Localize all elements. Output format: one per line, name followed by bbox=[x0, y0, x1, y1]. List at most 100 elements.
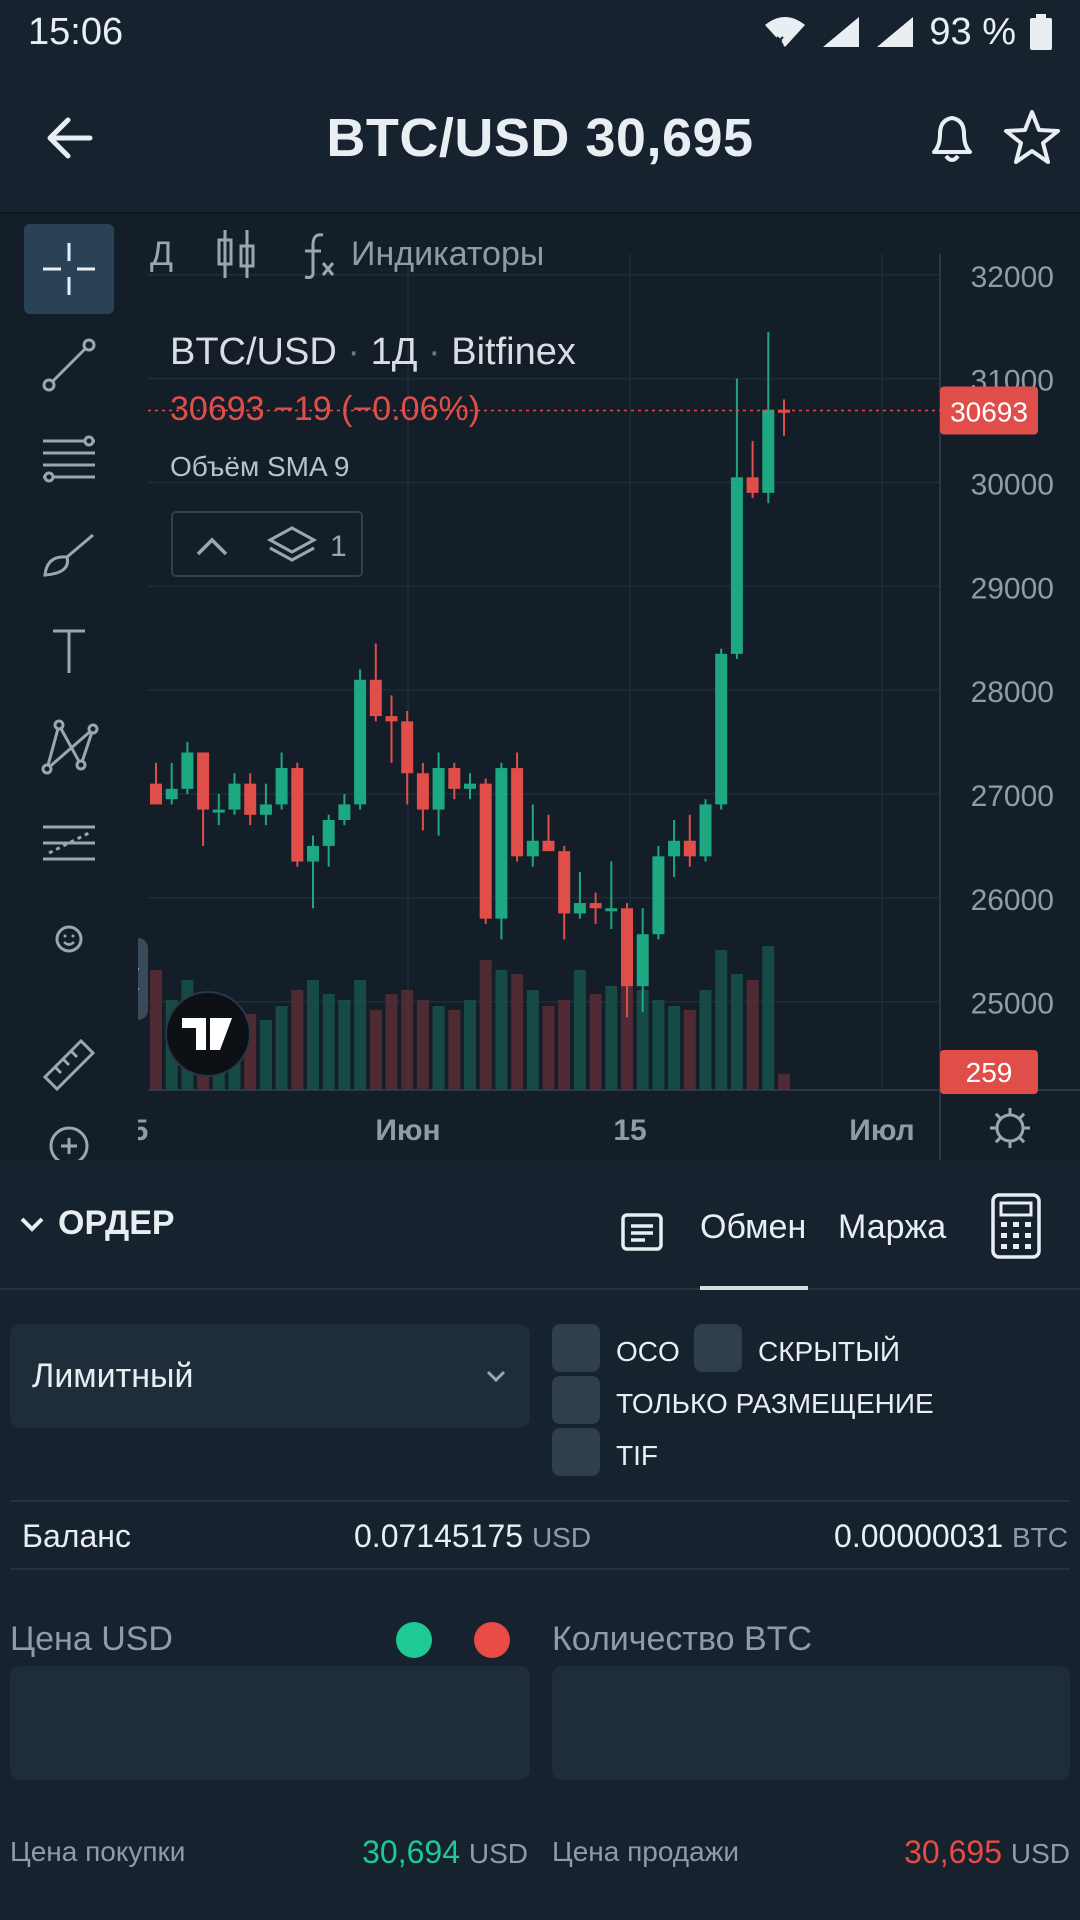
balance-btc-value: 0.00000031 bbox=[834, 1518, 1004, 1554]
legend-part: · bbox=[337, 331, 371, 373]
drawing-toolbar bbox=[0, 214, 138, 1162]
battery-percent: 93 % bbox=[929, 10, 1016, 53]
y-tick-label: 27000 bbox=[971, 780, 1054, 813]
legend-symbol-line: BTC/USD · 1Д · Bitfinex bbox=[170, 331, 576, 373]
order-panel: ОРДЕР Обмен Маржа Лимитный OCO СКРЫТЫЙ Т… bbox=[0, 1160, 1080, 1920]
volume-bar bbox=[746, 980, 759, 1090]
post-only-checkbox[interactable] bbox=[552, 1376, 600, 1424]
zoom-tool[interactable] bbox=[24, 1110, 114, 1162]
brush-icon bbox=[43, 533, 94, 577]
volume-bar bbox=[652, 1000, 665, 1090]
balance-usd-value: 0.07145175 bbox=[354, 1518, 524, 1554]
prediction-tool[interactable] bbox=[24, 798, 114, 888]
crosshair-icon bbox=[43, 243, 95, 295]
price-input[interactable] bbox=[10, 1666, 530, 1780]
orderbook-icon[interactable] bbox=[620, 1212, 664, 1252]
indicators-label: Индикаторы bbox=[351, 234, 545, 273]
balance-usd-unit: USD bbox=[531, 1522, 592, 1553]
crosshair-tool[interactable] bbox=[24, 224, 114, 314]
ruler-icon bbox=[42, 1038, 96, 1092]
tab-margin[interactable]: Маржа bbox=[838, 1208, 946, 1247]
volume-bar bbox=[369, 1010, 382, 1090]
candle-body bbox=[432, 768, 445, 810]
candle-body bbox=[354, 679, 367, 805]
balance-usd: 0.07145175 USD bbox=[354, 1518, 591, 1555]
volume-bar bbox=[683, 1010, 696, 1090]
candle-body bbox=[291, 768, 304, 862]
candle-body bbox=[197, 752, 210, 810]
candle-body bbox=[244, 783, 257, 815]
candle-body bbox=[228, 783, 241, 810]
volume-bar bbox=[573, 970, 586, 1090]
indicators-button[interactable]: Индикаторы bbox=[299, 229, 544, 279]
volume-bar bbox=[150, 970, 162, 1090]
order-collapse-toggle[interactable]: ОРДЕР bbox=[18, 1204, 175, 1243]
legend-part: BTC/USD bbox=[170, 331, 337, 373]
candle-body bbox=[746, 477, 759, 493]
calculator-icon[interactable] bbox=[990, 1192, 1042, 1260]
bell-icon[interactable] bbox=[920, 106, 984, 170]
order-type-select[interactable]: Лимитный bbox=[10, 1324, 530, 1428]
candle-body bbox=[621, 908, 633, 987]
brush-tool[interactable] bbox=[24, 510, 114, 600]
candle-body bbox=[181, 752, 194, 789]
chart-area[interactable]: 32000 31000 30000 29000 28000 27000 26000 25000… bbox=[0, 212, 1080, 1162]
volume-bar bbox=[495, 970, 508, 1090]
candle-body bbox=[369, 679, 382, 717]
oco-checkbox[interactable] bbox=[552, 1324, 600, 1372]
candle-body bbox=[668, 840, 681, 857]
gear-circle bbox=[995, 1113, 1025, 1143]
balance-btc-unit: BTC bbox=[1012, 1522, 1068, 1553]
back-arrow-icon[interactable] bbox=[40, 108, 100, 168]
ask-unit: USD bbox=[1010, 1838, 1070, 1869]
hidden-label: СКРЫТЫЙ bbox=[758, 1336, 901, 1367]
amount-field-label: Количество BTC bbox=[552, 1620, 813, 1658]
legend-price-part: −19 bbox=[265, 390, 342, 428]
volume-bar bbox=[511, 974, 524, 1090]
chevron-down-icon bbox=[486, 1370, 506, 1383]
candle-body bbox=[589, 903, 602, 909]
balance-btc: 0.00000031 BTC bbox=[834, 1518, 1068, 1555]
ruler-tool[interactable] bbox=[24, 1020, 114, 1110]
emoji-tool[interactable] bbox=[24, 894, 114, 984]
candle-body bbox=[479, 783, 492, 919]
candle-body bbox=[165, 788, 178, 800]
legend-price-line: 30693 −19 (−0.06%) bbox=[170, 390, 480, 428]
tif-label: TIF bbox=[616, 1440, 658, 1471]
settings-icon[interactable] bbox=[990, 1108, 1030, 1148]
candle-body bbox=[636, 934, 649, 987]
candles-type-icon[interactable] bbox=[213, 226, 259, 282]
oco-label: OCO bbox=[616, 1336, 680, 1367]
price-chart[interactable]: 3200031000300002900028000270002600025000… bbox=[0, 214, 1080, 1162]
current-price-label: 30693 bbox=[950, 397, 1028, 428]
volume-bar bbox=[464, 1000, 476, 1090]
buy-price-dot[interactable] bbox=[396, 1622, 432, 1658]
y-tick-label: 29000 bbox=[971, 572, 1054, 605]
pattern-tool[interactable] bbox=[24, 702, 114, 792]
y-tick-label: 26000 bbox=[971, 884, 1054, 917]
candle-body bbox=[699, 804, 712, 857]
sell-price-dot[interactable] bbox=[474, 1622, 510, 1658]
hidden-checkbox[interactable] bbox=[694, 1324, 742, 1372]
ask-value: 30,695 bbox=[904, 1834, 1002, 1870]
layers-icon bbox=[266, 526, 318, 562]
fib-tool[interactable] bbox=[24, 414, 114, 504]
tif-checkbox[interactable] bbox=[552, 1428, 600, 1476]
zoom-in-icon bbox=[49, 1126, 89, 1162]
star-icon[interactable] bbox=[1000, 106, 1064, 170]
ask-label: Цена продажи bbox=[552, 1836, 740, 1867]
text-tool[interactable] bbox=[24, 606, 114, 696]
legend-price-part: (−0.06%) bbox=[341, 390, 480, 428]
legend-part: 1Д bbox=[371, 331, 418, 373]
candle-body bbox=[259, 804, 272, 815]
tab-exchange[interactable]: Обмен bbox=[700, 1208, 806, 1247]
trend-line-tool[interactable] bbox=[24, 320, 114, 410]
candle-body bbox=[558, 851, 571, 914]
ask-price: 30,695 USD bbox=[904, 1834, 1070, 1871]
amount-input[interactable] bbox=[552, 1666, 1070, 1780]
candle-body bbox=[511, 768, 524, 857]
volume-bar bbox=[762, 946, 775, 1090]
battery-icon bbox=[1030, 14, 1052, 50]
status-bar: 15:06 93 % bbox=[0, 0, 1080, 64]
interval-button[interactable]: Д bbox=[150, 235, 173, 274]
